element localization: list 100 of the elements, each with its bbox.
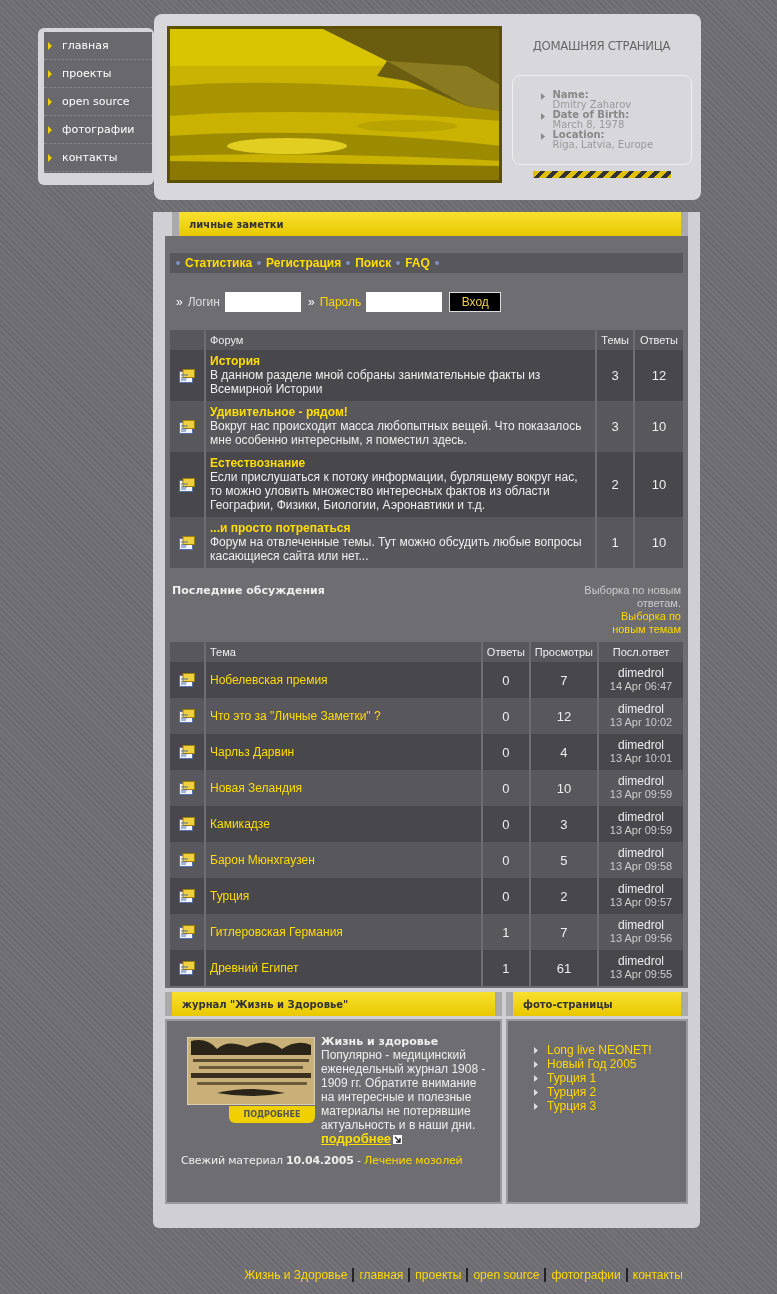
note-icon [179,925,195,939]
topic-link[interactable]: Нобелевская премия [210,673,328,687]
topic-link[interactable]: Древний Египет [210,961,299,975]
forum-title[interactable]: Удивительное - рядом! [210,405,592,419]
info-value: Dmitry Zaharov [552,100,632,110]
table-cell: 4 [529,734,598,770]
table-cell: 0 [481,842,530,878]
table-cell: 5 [529,842,598,878]
footer-link[interactable]: главная [352,1268,404,1282]
section-title: журнал "Жизнь и Здоровье" [182,998,349,1010]
author-name: dimedrol [617,919,665,932]
topic-link[interactable]: Камикадзе [210,817,270,831]
filter-link[interactable]: Выборка по новым темам [605,610,681,636]
note-icon [179,368,195,383]
table-cell: 12 [634,350,683,401]
post-time: 14 Apr 06:47 [608,680,674,693]
note-icon [179,745,195,759]
table-cell: 0 [481,770,530,806]
arrow-icon [48,125,52,134]
post-time: 13 Apr 09:58 [608,860,674,873]
table-cell: 3 [596,350,634,401]
nav-link[interactable]: Поиск [355,256,392,270]
forum-description: В данном разделе мной собраны занимательные факты из Всемирной Истории [210,368,542,396]
table-cell: 3 [529,806,598,842]
topic-link[interactable]: Новая Зеландия [210,781,303,795]
topic-link[interactable]: Что это за "Личные Заметки" ? [210,709,381,723]
dot-icon [434,261,439,265]
table-cell [170,642,205,662]
table-cell: 12 [529,698,598,734]
photo-page-link[interactable]: Новый Год 2005 [547,1057,637,1071]
more-link[interactable]: подробнее [321,1131,392,1146]
author-name: dimedrol [617,703,665,716]
table-cell: 0 [481,698,530,734]
table-cell: 7 [529,914,598,950]
footer-link[interactable]: проекты [408,1268,462,1282]
column-header: Посл.ответ [598,642,683,662]
nav-item[interactable]: контакты [44,144,152,172]
table-cell: 1 [481,950,530,986]
article-link[interactable]: Лечение мозолей [364,1154,463,1167]
footer-link[interactable]: контакты [625,1268,683,1282]
forum-title[interactable]: Естествознание [210,456,592,470]
column-header: Тема [205,642,482,662]
nav-link[interactable]: Статистика [185,256,253,270]
table-cell: 0 [481,734,530,770]
column-header: Форум [205,330,597,350]
input-field[interactable] [366,292,443,312]
note-icon [179,419,195,434]
footer-link[interactable]: open source [466,1268,540,1282]
column-header: Ответы [634,330,683,350]
page-title: ДОМАШНЯЯ СТРАНИЦА [532,38,671,53]
arrow-icon [540,113,545,120]
post-time: 13 Apr 09:57 [608,896,674,909]
note-icon [179,853,195,867]
note-icon [179,889,195,903]
forum-description: Если прислушаться к потоку информации, бурлящему вокруг нас, то можно уловить множество интересных фактов из области Географии, Физики, Биологии, Аэронавтики и т.д. [210,470,579,512]
nav-item[interactable]: главная [44,32,152,60]
photo-page-link[interactable]: Турция 1 [547,1071,597,1085]
nav-link[interactable]: Регистрация [266,256,342,270]
note-icon [179,477,195,492]
table-cell [170,330,205,350]
photo-page-link[interactable]: Long live NEONET! [547,1043,652,1057]
login-button[interactable]: Вход [449,292,502,312]
nav-item[interactable]: фотографии [44,116,152,144]
table-cell: 0 [481,878,530,914]
info-label: Location: [552,130,606,140]
photo-page-link[interactable]: Турция 2 [547,1085,597,1099]
topic-link[interactable]: Чарльз Дарвин [210,745,295,759]
column-header: Ответы [481,642,530,662]
field-label-link[interactable]: Пароль [319,295,362,309]
topic-link[interactable]: Барон Мюнхгаузен [210,853,315,867]
dot-icon [257,261,262,265]
arrow-icon [48,97,52,106]
arrow-mark: » [307,295,315,309]
info-label: Date of Birth: [552,110,630,120]
dot-icon [396,261,401,265]
nav-link[interactable]: FAQ [405,256,430,270]
nav-item[interactable]: open source [44,88,152,116]
footer-link[interactable]: фотографии [544,1268,621,1282]
arrow-icon [48,41,52,50]
arrow-icon [540,93,545,100]
section-title: личные заметки [189,218,284,230]
footer-link[interactable]: Жизнь и Здоровье [244,1268,348,1282]
input-field[interactable] [224,292,301,312]
arrow-icon [540,133,545,140]
photo-page-link[interactable]: Турция 3 [547,1099,597,1113]
post-time: 13 Apr 09:56 [608,932,674,945]
forum-title[interactable]: История [210,354,592,368]
note-icon [179,709,195,723]
post-time: 13 Apr 09:59 [608,788,674,801]
topic-link[interactable]: Гитлеровская Германия [210,925,343,939]
topic-link[interactable]: Турция [210,889,250,903]
forum-title[interactable]: ...и просто потрепаться [210,521,592,535]
field-label: Логин [187,295,220,309]
journal-heading: Жизнь и здоровье [321,1035,440,1048]
table-cell: 1 [596,517,634,568]
nav-item[interactable]: проекты [44,60,152,88]
note-icon [179,781,195,795]
column-header: Темы [596,330,634,350]
more-button[interactable]: ПОДРОБНЕЕ [229,1106,315,1123]
section-heading: Последние обсуждения [172,584,325,599]
